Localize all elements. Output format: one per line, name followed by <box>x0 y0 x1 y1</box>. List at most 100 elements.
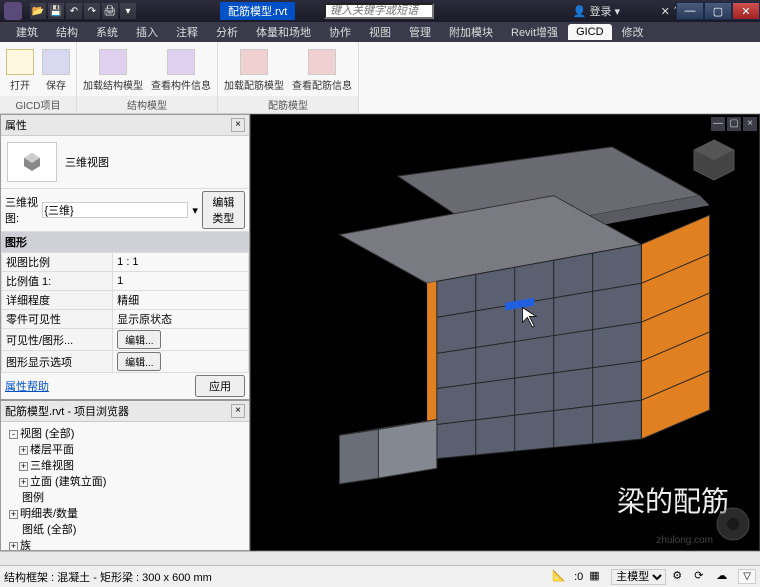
tree-label: 立面 (建筑立面) <box>30 474 106 490</box>
ribbon-tab[interactable]: 分析 <box>208 22 246 42</box>
left-dock: 属性 × 三维视图 三维视图: ▾ 编辑类型 图形 视图比例1 : 1比例值 1… <box>0 114 250 551</box>
graphics-section-header[interactable]: 图形 <box>1 232 249 252</box>
qat-print-icon[interactable]: 🖨 <box>102 3 118 19</box>
ribbon-tool[interactable]: 保存 <box>42 49 70 92</box>
property-label: 比例值 1: <box>2 272 113 291</box>
panel-title: 配筋模型 <box>218 96 358 113</box>
qat-open-icon[interactable]: 📂 <box>30 3 46 19</box>
property-row[interactable]: 零件可见性显示原状态 <box>2 310 249 329</box>
edit-button[interactable]: 编辑... <box>117 352 161 371</box>
tree-label: 图例 <box>22 490 44 506</box>
tree-label: 族 <box>20 538 31 551</box>
minimize-button[interactable]: — <box>676 2 704 20</box>
tree-expander-icon[interactable]: + <box>19 462 28 471</box>
ribbon-tab[interactable]: 管理 <box>401 22 439 42</box>
edit-button[interactable]: 编辑... <box>117 330 161 349</box>
ribbon-tool[interactable]: 加载配筋模型 <box>224 49 284 92</box>
property-row[interactable]: 比例值 1:1 <box>2 272 249 291</box>
selection-count: :0 <box>574 571 583 583</box>
ribbon-tool[interactable]: 加载结构模型 <box>83 49 143 92</box>
close-button[interactable]: ✕ <box>732 2 760 20</box>
property-value[interactable]: 1 <box>113 272 249 291</box>
maximize-button[interactable]: ▢ <box>704 2 732 20</box>
type-selector-row: 三维视图: ▾ 编辑类型 <box>1 188 249 232</box>
exchange-icon[interactable]: ✕ <box>661 5 670 18</box>
tree-item[interactable]: +立面 (建筑立面) <box>5 474 245 490</box>
ribbon-tab[interactable]: 注释 <box>168 22 206 42</box>
tree-item[interactable]: +楼层平面 <box>5 442 245 458</box>
view-minimize-icon[interactable]: — <box>711 117 725 131</box>
property-value[interactable]: 精细 <box>113 291 249 310</box>
chevron-down-icon: ▾ <box>614 5 620 18</box>
properties-header[interactable]: 属性 × <box>1 115 249 136</box>
open-icon <box>6 49 34 75</box>
qat-save-icon[interactable]: 💾 <box>48 3 64 19</box>
panel-close-icon[interactable]: × <box>231 404 245 418</box>
property-value[interactable]: 编辑... <box>113 351 249 373</box>
property-value[interactable]: 编辑... <box>113 329 249 351</box>
browser-header[interactable]: 配筋模型.rvt - 项目浏览器 × <box>1 401 249 422</box>
tool-label: 打开 <box>10 77 30 92</box>
building-model[interactable] <box>281 135 729 490</box>
edit-type-button[interactable]: 编辑类型 <box>202 191 245 229</box>
workspace: 属性 × 三维视图 三维视图: ▾ 编辑类型 图形 视图比例1 : 1比例值 1… <box>0 114 760 551</box>
tree-item[interactable]: +明细表/数量 <box>5 506 245 522</box>
panel-close-icon[interactable]: × <box>231 118 245 132</box>
tree-expander-icon[interactable]: - <box>9 430 18 439</box>
tree-item[interactable]: +三维视图 <box>5 458 245 474</box>
view-maximize-icon[interactable]: ▢ <box>727 117 741 131</box>
viewport-3d[interactable]: — ▢ × <box>250 114 760 551</box>
ribbon-tab[interactable]: 系统 <box>88 22 126 42</box>
workset-select[interactable]: 主模型 <box>611 569 666 585</box>
ribbon: 打开保存GICD项目加载结构模型查看构件信息结构模型加载配筋模型查看配筋信息配筋… <box>0 42 760 114</box>
ribbon-tool[interactable]: 打开 <box>6 49 34 92</box>
property-row[interactable]: 可见性/图形...编辑... <box>2 329 249 351</box>
ribbon-tab[interactable]: 协作 <box>321 22 359 42</box>
cloud-icon[interactable]: ☁ <box>716 569 732 585</box>
tree-expander-icon[interactable]: + <box>9 542 18 551</box>
ribbon-tab[interactable]: 体量和场地 <box>248 22 319 42</box>
qat-undo-icon[interactable]: ↶ <box>66 3 82 19</box>
tree-item[interactable]: -视图 (全部) <box>5 426 245 442</box>
view-thumbnail <box>7 142 57 182</box>
view-close-icon[interactable]: × <box>743 117 757 131</box>
ribbon-tab[interactable]: 附加模块 <box>441 22 501 42</box>
ribbon-tab[interactable]: 修改 <box>614 22 652 42</box>
ribbon-tab[interactable]: 结构 <box>48 22 86 42</box>
ribbon-tool[interactable]: 查看配筋信息 <box>292 49 352 92</box>
tree-item[interactable]: 图例 <box>5 490 245 506</box>
properties-help-link[interactable]: 属性帮助 <box>5 378 49 394</box>
ribbon-tool[interactable]: 查看构件信息 <box>151 49 211 92</box>
property-row[interactable]: 视图比例1 : 1 <box>2 253 249 272</box>
app-icon[interactable] <box>4 2 22 20</box>
tree-item[interactable]: +族 <box>5 538 245 551</box>
tree-expander-icon[interactable]: + <box>9 510 18 519</box>
user-login[interactable]: 👤 登录 ▾ <box>573 3 620 19</box>
ribbon-tab[interactable]: 插入 <box>128 22 166 42</box>
qat-redo-icon[interactable]: ↷ <box>84 3 100 19</box>
filter-button[interactable]: ▽ <box>738 569 756 584</box>
tree-item[interactable]: 图纸 (全部) <box>5 522 245 538</box>
ribbon-tab[interactable]: 视图 <box>361 22 399 42</box>
ribbon-tab[interactable]: Revit增强 <box>503 22 566 42</box>
property-row[interactable]: 图形显示选项编辑... <box>2 351 249 373</box>
select-icon[interactable]: 📐 <box>552 569 568 585</box>
property-value[interactable]: 1 : 1 <box>113 253 249 272</box>
type-selector-input[interactable] <box>42 202 188 218</box>
ribbon-tab[interactable]: 建筑 <box>8 22 46 42</box>
chevron-down-icon[interactable]: ▾ <box>192 204 198 217</box>
rebar-icon <box>308 49 336 75</box>
ribbon-tab[interactable]: GICD <box>568 24 612 40</box>
nav-wheel-icon[interactable] <box>713 504 753 544</box>
property-value[interactable]: 显示原状态 <box>113 310 249 329</box>
tree-expander-icon[interactable]: + <box>19 446 28 455</box>
search-input[interactable] <box>324 3 434 19</box>
apply-button[interactable]: 应用 <box>195 375 245 397</box>
property-row[interactable]: 详细程度精细 <box>2 291 249 310</box>
design-options-icon[interactable]: ⚙ <box>672 569 688 585</box>
tree-expander-icon[interactable]: + <box>19 478 28 487</box>
qat-more-icon[interactable]: ▾ <box>120 3 136 19</box>
sync-icon[interactable]: ⟳ <box>694 569 710 585</box>
filter-icon[interactable]: ▦ <box>589 569 605 585</box>
properties-preview[interactable]: 三维视图 <box>1 136 249 188</box>
